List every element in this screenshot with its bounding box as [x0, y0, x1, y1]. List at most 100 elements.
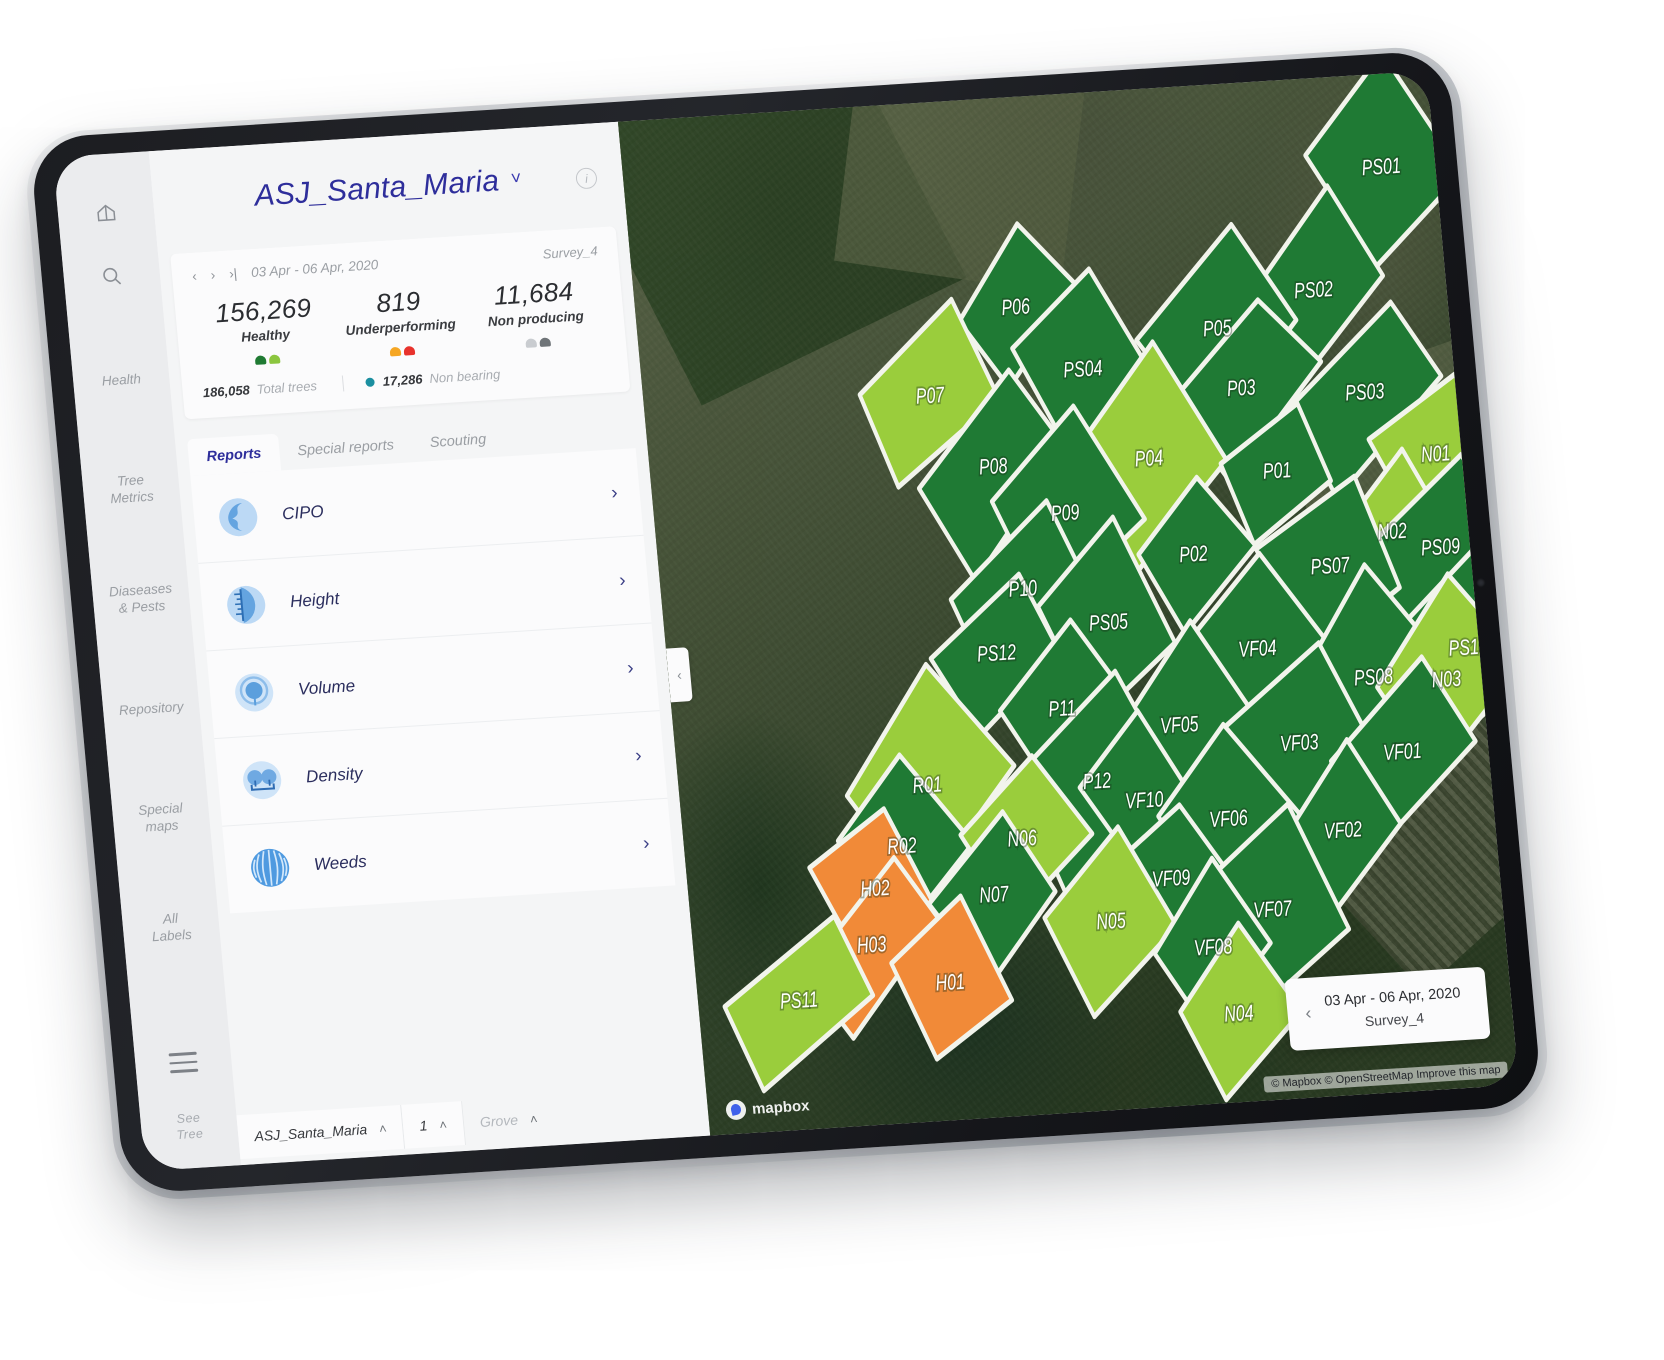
report-label: CIPO — [281, 501, 325, 523]
rail-item-label: Special maps — [137, 800, 184, 835]
parcel-label: PS12 — [976, 641, 1017, 667]
parcel-label: P01 — [1262, 459, 1293, 485]
stat-legend-dots — [335, 342, 471, 359]
density-icon — [238, 756, 286, 803]
stat-healthy[interactable]: 156,269 Healthy — [194, 291, 335, 368]
volume-icon — [230, 669, 278, 716]
parcel-label: VF09 — [1151, 866, 1191, 892]
parcel-label: P12 — [1082, 769, 1113, 795]
parcel-label: H02 — [859, 877, 891, 903]
parcel-label: P10 — [1008, 577, 1039, 603]
map-view[interactable]: PS01 PS02 PS03 P06 PS04 P07 P05 P03 P08 P04 P01 N01… — [617, 70, 1519, 1136]
parcel-label: R02 — [886, 834, 918, 860]
chevron-up-icon: ˄ — [378, 1120, 388, 1136]
rail-item-label: All Labels — [151, 910, 193, 945]
chevron-right-icon[interactable]: › — [634, 745, 642, 767]
tablet-device: Health Tree Metrics Diaseases & Pests Re… — [21, 44, 1553, 1203]
chevron-up-icon: ˄ — [529, 1110, 539, 1127]
chevron-right-icon[interactable]: › — [642, 832, 650, 854]
grove-placeholder-label: Grove — [479, 1111, 519, 1130]
report-label: Weeds — [313, 851, 368, 874]
rail-item-label: Tree Metrics — [109, 472, 155, 507]
cipo-icon — [214, 493, 262, 540]
screenshot-stage: Health Tree Metrics Diaseases & Pests Re… — [0, 0, 1664, 1360]
parcel-label: H01 — [935, 970, 966, 996]
parcel-label: N06 — [1006, 827, 1038, 853]
parcel-label: N03 — [1431, 667, 1463, 693]
rail-item-repository[interactable]: Repository — [98, 651, 204, 767]
survey-legend-card[interactable]: ‹ 03 Apr - 06 Apr, 2020 Survey_4 — [1284, 966, 1491, 1051]
height-icon — [222, 581, 270, 628]
parcel-label: PS03 — [1344, 380, 1385, 406]
legend-date-range: 03 Apr - 06 Apr, 2020 — [1323, 984, 1462, 1010]
parcel-label: P03 — [1226, 376, 1257, 402]
grove-placeholder-selector[interactable]: Grove ˄ — [461, 1095, 556, 1145]
chevron-right-icon[interactable]: › — [610, 482, 618, 504]
parcel-label: PS01 — [1361, 154, 1402, 180]
info-icon[interactable]: i — [575, 167, 598, 190]
parcel-label: VF06 — [1209, 806, 1249, 832]
parcel-label: PS07 — [1310, 554, 1352, 580]
parcel-label: N05 — [1095, 909, 1127, 935]
parcel-label: N01 — [1420, 442, 1451, 468]
chevron-right-icon[interactable]: › — [626, 657, 634, 679]
rail-item-label: Repository — [118, 698, 185, 718]
grove-selector-value: ASJ_Santa_Maria — [253, 1121, 368, 1145]
stat-non-producing[interactable]: 11,684 Non producing — [465, 274, 606, 351]
parcel-label: PS11 — [779, 988, 819, 1014]
rail-item-diseases-pests[interactable]: Diaseases & Pests — [88, 542, 194, 658]
weeds-icon — [246, 844, 294, 891]
block-selector[interactable]: 1 ˄ — [401, 1101, 466, 1149]
parcel-label: P06 — [1000, 295, 1031, 321]
grove-selector[interactable]: ASJ_Santa_Maria ˄ — [236, 1104, 406, 1160]
block-selector-value: 1 — [418, 1117, 429, 1134]
non-bearing-label: Non bearing — [428, 366, 501, 386]
rail-item-label: Health — [101, 370, 142, 389]
legend-prev-icon[interactable]: ‹ — [1304, 1003, 1312, 1024]
hamburger-icon — [168, 1051, 199, 1074]
stat-underperforming[interactable]: 819 Underperforming — [329, 283, 470, 360]
divider — [342, 375, 345, 392]
rail-item-health[interactable]: Health — [68, 323, 174, 439]
menu-button[interactable] — [135, 1050, 233, 1076]
total-trees-value: 186,058 — [202, 381, 251, 400]
non-bearing-dot-icon — [365, 376, 376, 387]
legend-dot — [268, 354, 281, 365]
mapbox-label: mapbox — [751, 1096, 811, 1118]
chevron-up-icon: ˄ — [438, 1116, 448, 1133]
rail-item-special-maps[interactable]: Special maps — [108, 761, 214, 877]
parcel-label: P05 — [1202, 316, 1233, 342]
parcel-label: PS08 — [1353, 665, 1394, 691]
home-icon[interactable] — [88, 195, 125, 231]
tab-reports[interactable]: Reports — [186, 433, 281, 477]
parcel-label: VF04 — [1237, 636, 1277, 662]
page-title: ASJ_Santa_Maria — [253, 164, 501, 213]
device-body: Health Tree Metrics Diaseases & Pests Re… — [29, 49, 1543, 1195]
parcel-label: VF07 — [1253, 897, 1294, 923]
rail-item-tree-metrics[interactable]: Tree Metrics — [78, 432, 184, 548]
parcel-label: N04 — [1223, 1002, 1254, 1028]
last-survey-button[interactable]: ›| — [228, 266, 237, 281]
parcel-label: VF02 — [1323, 818, 1363, 844]
parcel-label: N07 — [978, 883, 1010, 909]
next-survey-button[interactable]: › — [210, 267, 216, 282]
non-bearing-value: 17,286 — [382, 370, 424, 389]
parcel-label: N02 — [1377, 519, 1409, 545]
chevron-down-icon[interactable]: ˅ — [510, 167, 522, 189]
stat-row: 156,269 Healthy 819 Underperforming 11,6… — [194, 274, 606, 368]
tablet-screen: Health Tree Metrics Diaseases & Pests Re… — [52, 70, 1519, 1172]
rail-item-all-labels[interactable]: All Labels — [118, 870, 224, 986]
prev-survey-button[interactable]: ‹ — [192, 268, 198, 283]
parcel-label: P04 — [1134, 446, 1165, 472]
see-tree-label[interactable]: See Tree — [140, 1107, 239, 1145]
parcel-label: P08 — [978, 455, 1009, 481]
chevron-right-icon[interactable]: › — [618, 570, 626, 592]
parcel-label: P02 — [1178, 542, 1209, 568]
parcel-label: R01 — [912, 773, 943, 799]
tab-scouting[interactable]: Scouting — [410, 419, 506, 462]
parcel-label: PS10 — [1448, 635, 1489, 661]
parcel-label: P07 — [915, 384, 947, 410]
search-icon[interactable] — [93, 259, 130, 295]
mapbox-mark-icon — [725, 1099, 747, 1121]
stat-legend-dots — [470, 334, 606, 351]
